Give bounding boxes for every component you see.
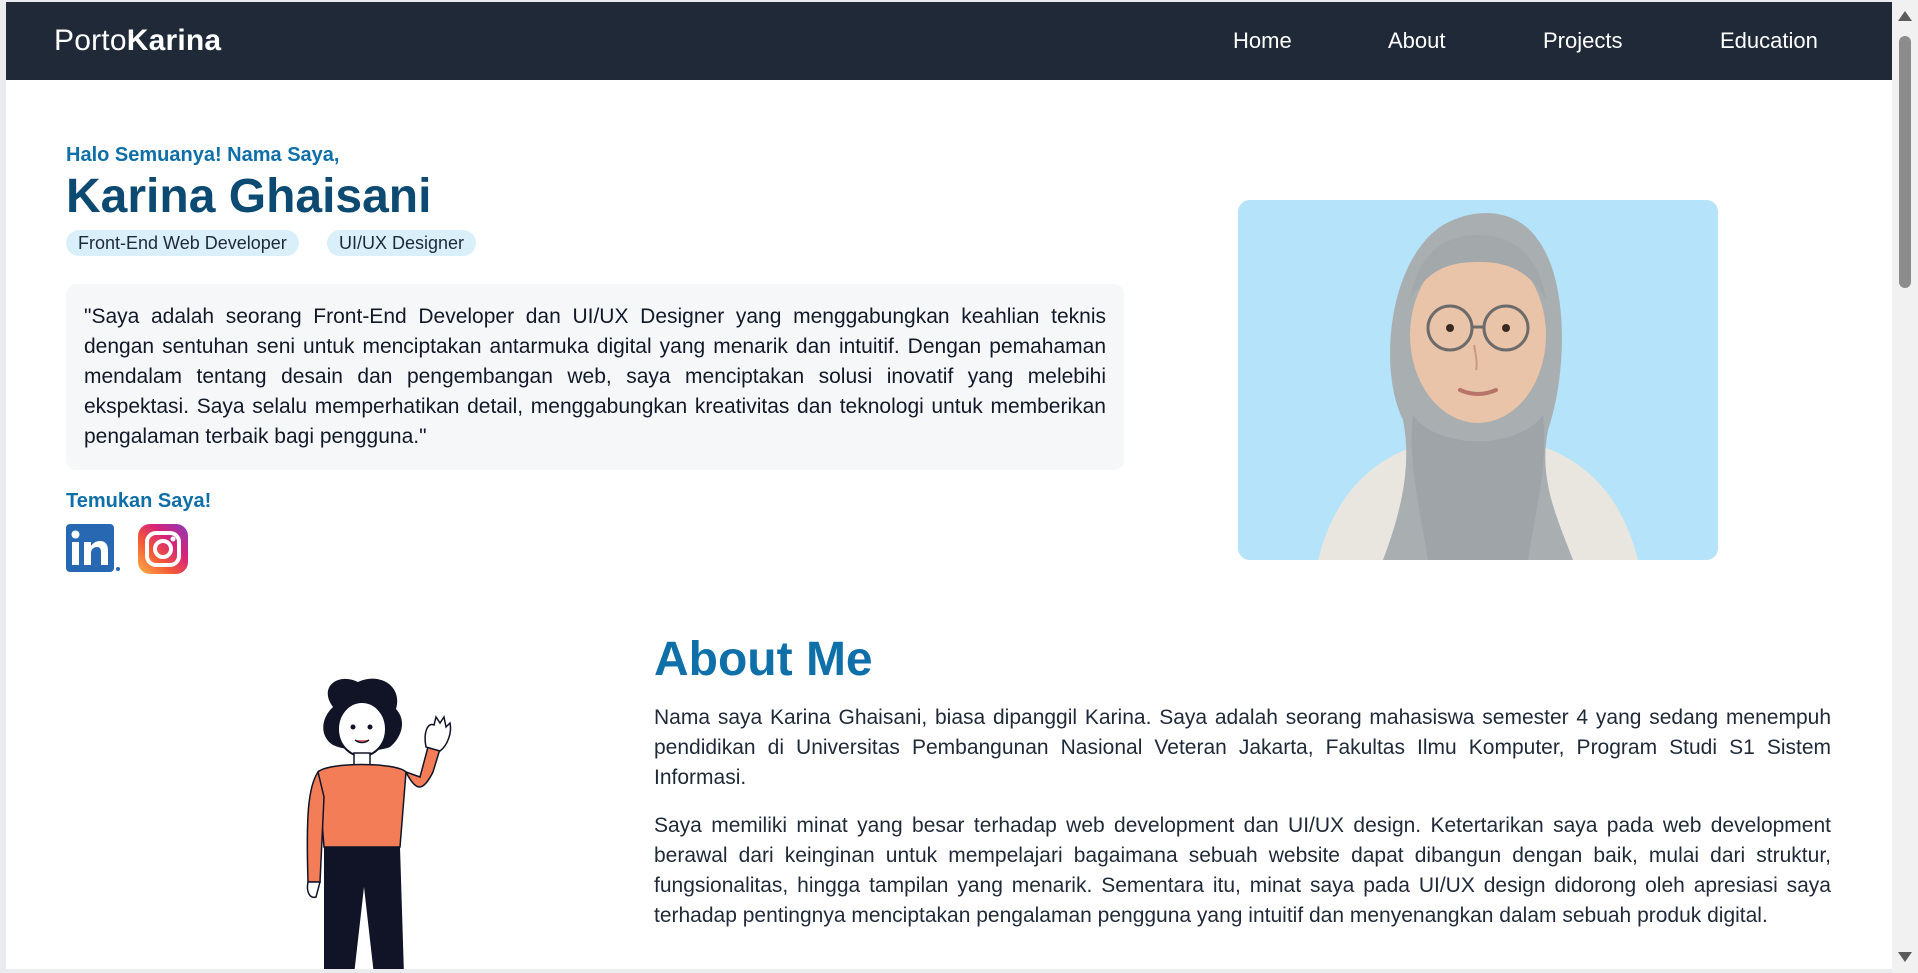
nav-projects[interactable]: Projects bbox=[1543, 28, 1622, 54]
profile-photo bbox=[1238, 200, 1718, 560]
about-title: About Me bbox=[654, 633, 873, 686]
role-tag-frontend: Front-End Web Developer bbox=[66, 230, 299, 256]
nav-about[interactable]: About bbox=[1388, 28, 1446, 54]
role-tag-uiux: UI/UX Designer bbox=[327, 230, 477, 256]
linkedin-icon[interactable] bbox=[66, 524, 122, 574]
about-paragraph: Nama saya Karina Ghaisani, biasa dipangg… bbox=[654, 706, 1831, 789]
brand-logo[interactable]: PortoKarina bbox=[54, 24, 221, 58]
brand-suffix: Karina bbox=[126, 24, 222, 57]
waving-girl-illustration bbox=[306, 678, 452, 969]
brand-prefix: Porto bbox=[54, 24, 127, 57]
scrollbar-thumb[interactable] bbox=[1899, 36, 1911, 288]
intro-quote: "Saya adalah seorang Front-End Developer… bbox=[84, 305, 1106, 448]
nav-home[interactable]: Home bbox=[1233, 28, 1292, 54]
page-window: PortoKarina Home About Projects Educatio… bbox=[6, 2, 1892, 969]
vertical-scrollbar[interactable] bbox=[1892, 0, 1918, 973]
scroll-up-arrow-icon[interactable] bbox=[1898, 11, 1912, 21]
about-paragraph: Saya memiliki minat yang besar terhadap … bbox=[654, 814, 1831, 927]
navbar: PortoKarina Home About Projects Educatio… bbox=[6, 2, 1892, 80]
scroll-down-arrow-icon[interactable] bbox=[1898, 952, 1912, 962]
nav-education[interactable]: Education bbox=[1720, 28, 1818, 54]
hero-greeting: Halo Semuanya! Nama Saya, bbox=[66, 144, 340, 166]
hero-name: Karina Ghaisani bbox=[66, 170, 432, 223]
find-me-heading: Temukan Saya! bbox=[66, 490, 212, 512]
intro-quote-box: "Saya adalah seorang Front-End Developer… bbox=[66, 284, 1124, 470]
instagram-icon[interactable] bbox=[138, 524, 188, 574]
